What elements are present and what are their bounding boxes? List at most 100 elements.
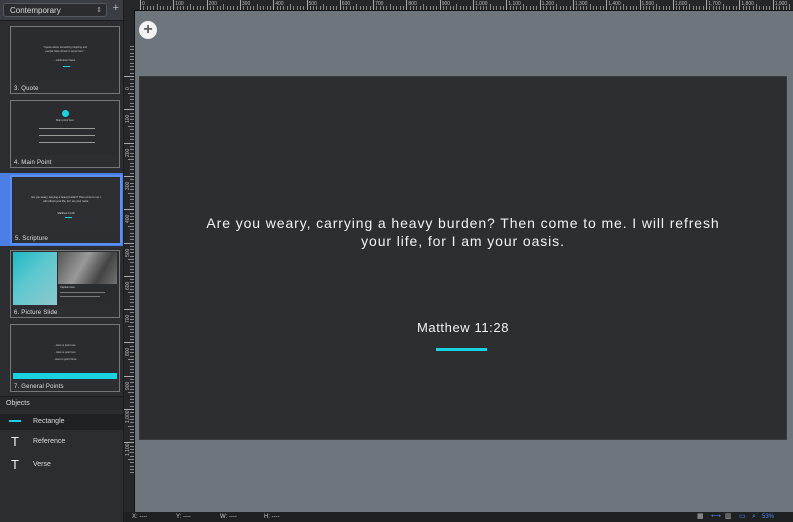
ruler-minor-tick bbox=[130, 329, 134, 331]
ruler-minor-tick bbox=[130, 389, 134, 391]
ruler-minor-tick bbox=[249, 6, 251, 10]
fit-width-icon[interactable]: ⟷ bbox=[711, 513, 721, 521]
object-item-verse[interactable]: T Verse bbox=[0, 457, 123, 473]
ruler-minor-tick bbox=[646, 6, 648, 10]
grid-icon[interactable]: ▦ bbox=[697, 513, 704, 521]
ruler-major-tick bbox=[672, 0, 674, 10]
ruler-minor-tick bbox=[130, 262, 134, 264]
ruler-minor-tick bbox=[696, 6, 698, 10]
ruler-minor-tick bbox=[509, 6, 511, 10]
verse-text[interactable]: Are you weary, carrying a heavy burden? … bbox=[200, 214, 726, 250]
reference-text[interactable]: Matthew 11:28 bbox=[140, 320, 786, 335]
ruler-minor-tick bbox=[130, 349, 134, 351]
ruler-minor-tick bbox=[236, 6, 238, 10]
slide-label: 4. Main Point bbox=[14, 160, 52, 166]
slide-thumbnail-picture[interactable]: Caption here 6. Picture Slide bbox=[10, 250, 120, 318]
slide-label: 6. Picture Slide bbox=[14, 310, 58, 316]
status-bar: X: ---- Y: ---- W: ---- H: ---- ▦ ⟷ ▥ ▭ … bbox=[124, 512, 793, 522]
monitor-icon[interactable]: ▭ bbox=[739, 513, 746, 521]
ruler-major-tick bbox=[739, 0, 741, 10]
ruler-minor-tick bbox=[130, 102, 134, 104]
ruler-minor-tick bbox=[130, 282, 134, 284]
ruler-minor-tick bbox=[128, 192, 134, 194]
slide-thumbnail-general-points[interactable]: - Here is point one - Here is point two … bbox=[10, 324, 120, 392]
ruler-minor-tick bbox=[642, 6, 644, 10]
ruler-minor-tick bbox=[130, 472, 134, 474]
thumb-accent-bar bbox=[13, 373, 117, 379]
ruler-minor-tick bbox=[159, 6, 161, 10]
zoom-icon[interactable]: ⌕ bbox=[752, 513, 756, 521]
ruler-minor-tick bbox=[636, 6, 638, 10]
thumb-text: will refresh your life, for I am your oa… bbox=[43, 200, 89, 203]
w-readout: W: ---- bbox=[220, 514, 237, 520]
ruler-minor-tick bbox=[130, 382, 134, 384]
ruler-minor-tick bbox=[130, 189, 134, 191]
ruler-minor-tick bbox=[130, 52, 134, 54]
ruler-minor-tick bbox=[736, 6, 738, 10]
object-item-rectangle[interactable]: Rectangle bbox=[0, 414, 123, 430]
ruler-minor-tick bbox=[130, 455, 134, 457]
ruler-minor-tick bbox=[130, 199, 134, 201]
ruler-major-tick bbox=[124, 242, 134, 244]
ruler-minor-tick bbox=[546, 6, 548, 10]
add-theme-button[interactable]: + bbox=[113, 2, 119, 14]
ruler-minor-tick bbox=[356, 4, 358, 10]
slide-thumbnail-scripture[interactable]: Are you weary, carrying a heavy burden? … bbox=[10, 175, 122, 245]
ruler-minor-tick bbox=[433, 6, 435, 10]
ruler-minor-tick bbox=[193, 6, 195, 10]
thumb-text: Main point here bbox=[56, 119, 74, 122]
ruler-minor-tick bbox=[746, 6, 748, 10]
ruler-minor-tick bbox=[719, 6, 721, 10]
ruler-minor-tick bbox=[716, 6, 718, 10]
ruler-minor-tick bbox=[492, 6, 494, 10]
ruler-minor-tick bbox=[130, 165, 134, 167]
thumb-text: - Here is point one bbox=[54, 344, 76, 347]
layout-icon[interactable]: ▥ bbox=[725, 513, 732, 521]
ruler-minor-tick bbox=[130, 332, 134, 334]
ruler-minor-tick bbox=[130, 82, 134, 84]
theme-dropdown[interactable]: Contemporary ⇕ bbox=[3, 3, 107, 17]
ruler-major-tick bbox=[124, 76, 134, 77]
ruler-minor-tick bbox=[209, 6, 211, 10]
slide-preview: Caption here bbox=[13, 252, 117, 305]
ruler-minor-tick bbox=[469, 6, 471, 10]
ruler-minor-tick bbox=[786, 6, 788, 10]
object-item-reference[interactable]: T Reference bbox=[0, 434, 123, 450]
slide-thumbnail-main-point[interactable]: Main point here 4. Main Point bbox=[10, 100, 120, 168]
ruler-minor-tick bbox=[279, 6, 281, 10]
ruler-minor-tick bbox=[466, 6, 468, 10]
ruler-minor-tick bbox=[659, 6, 661, 10]
zoom-level[interactable]: 53% bbox=[762, 512, 774, 522]
accent-rectangle[interactable] bbox=[436, 348, 487, 351]
ruler-major-tick bbox=[206, 0, 208, 10]
ruler-minor-tick bbox=[130, 69, 134, 71]
ruler-minor-tick bbox=[130, 289, 134, 291]
ruler-minor-tick bbox=[316, 6, 318, 10]
slide-thumbnail-quote[interactable]: "I quote about something inspiring and p… bbox=[10, 26, 120, 94]
ruler-minor-tick bbox=[130, 372, 134, 374]
ruler-minor-tick bbox=[130, 422, 134, 424]
ruler-minor-tick bbox=[293, 6, 295, 10]
ruler-minor-tick bbox=[130, 152, 134, 154]
ruler-minor-tick bbox=[130, 59, 134, 61]
ruler-major-tick bbox=[439, 0, 441, 10]
thumb-text: - Here is point two bbox=[54, 351, 76, 354]
ruler-minor-tick bbox=[349, 6, 351, 10]
ruler-major-tick bbox=[406, 0, 408, 10]
ruler-minor-tick bbox=[130, 312, 134, 314]
ruler-minor-tick bbox=[146, 6, 148, 10]
ruler-minor-tick bbox=[333, 6, 335, 10]
ruler-minor-tick bbox=[789, 4, 791, 10]
ruler-minor-tick bbox=[286, 6, 288, 10]
slide-canvas[interactable]: Are you weary, carrying a heavy burden? … bbox=[139, 76, 787, 440]
ruler-major-tick bbox=[124, 175, 134, 177]
ruler-minor-tick bbox=[128, 292, 134, 294]
ruler-minor-tick bbox=[229, 6, 231, 10]
slide-panel: Contemporary ⇕ + "I quote about somethin… bbox=[0, 0, 124, 522]
h-readout: H: ---- bbox=[264, 514, 280, 520]
ruler-minor-tick bbox=[689, 4, 691, 10]
ruler-minor-tick bbox=[130, 252, 134, 254]
add-object-button[interactable]: + bbox=[139, 21, 157, 39]
ruler-minor-tick bbox=[599, 6, 601, 10]
ruler-minor-tick bbox=[130, 89, 134, 91]
